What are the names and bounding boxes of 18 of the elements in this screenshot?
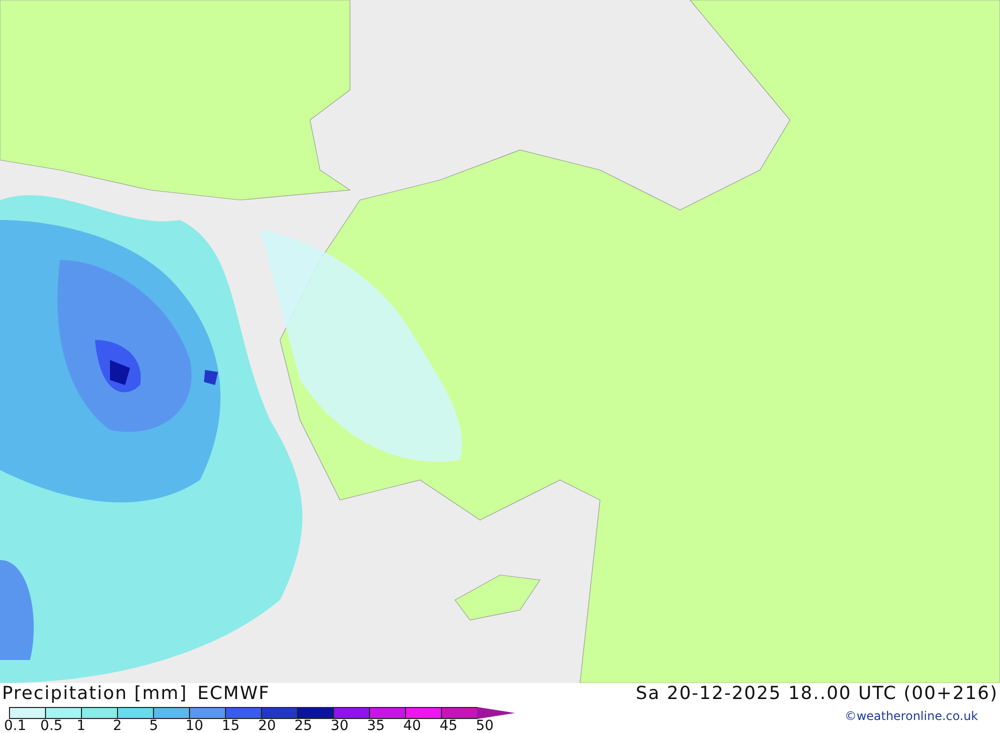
legend-label: 2	[112, 719, 123, 733]
legend-label: 30	[330, 719, 350, 733]
legend-label: 35	[366, 719, 386, 733]
legend-label: 0.1	[4, 719, 28, 733]
legend-label: 5	[149, 719, 160, 733]
map-title: Precipitation [mm]	[2, 683, 188, 704]
legend-label: 50	[476, 719, 495, 733]
valid-time: Sa 20-12-2025 18..00 UTC (00+216)	[636, 683, 999, 704]
legend-label: 0.5	[40, 719, 64, 733]
model-name: ECMWF	[197, 683, 270, 704]
legend-label: 10	[185, 719, 204, 733]
legend-label: 20	[258, 719, 277, 733]
legend-label: 40	[403, 719, 422, 733]
legend-label: 1	[76, 719, 87, 733]
legend-label: 45	[440, 719, 458, 733]
legend-label: 15	[222, 719, 241, 733]
legend-label: 25	[294, 719, 314, 733]
copyright-link[interactable]: ©weatheronline.co.uk	[844, 707, 1000, 723]
